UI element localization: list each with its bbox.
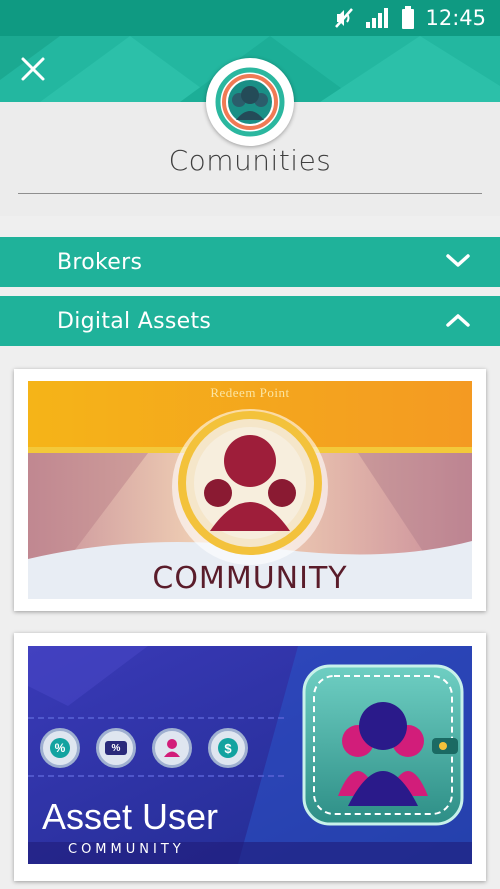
card-asset-user-community[interactable]: % % $ Asset User COMMUNITY <box>14 633 486 881</box>
divider <box>18 193 482 194</box>
page-title: Comunities <box>168 144 332 177</box>
badge-percent-2-label: % <box>105 741 127 755</box>
section-brokers-label: Brokers <box>57 250 143 275</box>
banner-redeem-point: Redeem Point COMMUNITY <box>28 381 472 599</box>
badge-dollar-label: $ <box>218 738 238 758</box>
community-logo <box>206 58 294 146</box>
signal-icon <box>366 8 389 28</box>
status-icons: 12:45 <box>333 6 486 30</box>
badge-percent-1: % <box>40 728 80 768</box>
status-bar: 12:45 <box>0 0 500 36</box>
banner-title: COMMUNITY <box>152 561 348 596</box>
banner-title: Asset User <box>42 796 219 837</box>
header: Comunities <box>0 36 500 216</box>
mute-icon <box>335 8 354 28</box>
badge-dollar: $ <box>208 728 248 768</box>
banner-subtitle: COMMUNITY <box>68 842 185 857</box>
battery-icon <box>402 6 415 29</box>
section-brokers[interactable]: Brokers <box>0 237 500 287</box>
section-digital-assets-label: Digital Assets <box>57 309 212 334</box>
chevron-up-icon[interactable] <box>446 312 470 328</box>
user-icon <box>164 739 180 757</box>
wallet-icon <box>302 664 464 826</box>
banner-asset-user: % % $ Asset User COMMUNITY <box>28 646 472 864</box>
chevron-down-icon[interactable] <box>446 253 470 269</box>
banner-subtitle: Redeem Point <box>210 385 290 400</box>
card-redeem-point-community[interactable]: Redeem Point COMMUNITY <box>14 369 486 611</box>
section-digital-assets[interactable]: Digital Assets <box>0 296 500 346</box>
badge-user <box>152 728 192 768</box>
badge-percent-1-label: % <box>50 738 70 758</box>
community-badge-emblem <box>172 409 328 565</box>
close-button[interactable] <box>18 54 48 84</box>
badge-percent-2: % <box>96 728 136 768</box>
community-logo-icon <box>215 67 285 137</box>
status-time: 12:45 <box>425 6 486 30</box>
